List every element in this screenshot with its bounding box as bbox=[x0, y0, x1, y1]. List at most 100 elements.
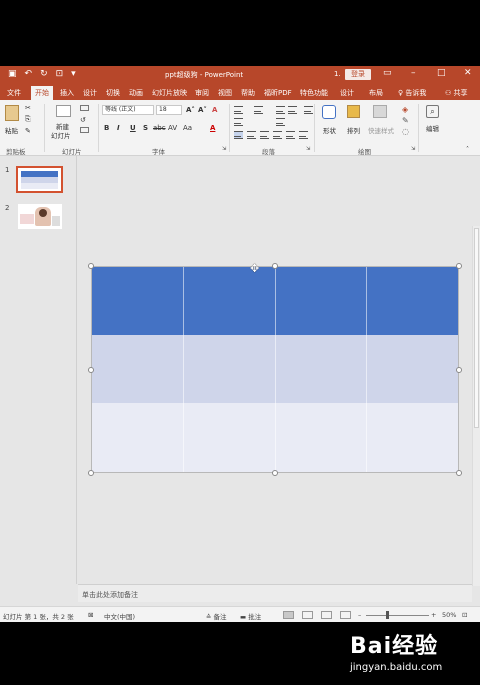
increase-indent-icon[interactable] bbox=[288, 106, 297, 114]
undo-icon[interactable]: ↶ bbox=[25, 69, 33, 79]
char-spacing-icon[interactable]: AV bbox=[168, 124, 177, 132]
maximize-icon[interactable]: □ bbox=[437, 68, 446, 78]
minimize-icon[interactable]: – bbox=[411, 68, 416, 78]
align-right-icon[interactable] bbox=[260, 131, 269, 139]
distributed-icon[interactable] bbox=[286, 131, 295, 139]
spell-check-icon[interactable]: ⊠ bbox=[88, 611, 93, 619]
tab-transitions[interactable]: 切换 bbox=[106, 88, 120, 98]
font-dialog-launcher-icon[interactable]: ⇲ bbox=[222, 146, 226, 152]
paragraph-dialog-launcher-icon[interactable]: ⇲ bbox=[306, 146, 310, 152]
arrange-label[interactable]: 排列 bbox=[347, 125, 360, 135]
slide-thumbnail-2[interactable] bbox=[18, 204, 62, 229]
shadow-icon[interactable]: S bbox=[143, 124, 148, 132]
save-icon[interactable]: ▣ bbox=[8, 69, 17, 79]
font-name-select[interactable]: 等线 (正文) bbox=[102, 105, 154, 115]
numbering-icon[interactable] bbox=[254, 106, 263, 114]
vertical-scrollbar[interactable] bbox=[472, 226, 480, 586]
paste-label[interactable]: 粘贴 bbox=[5, 125, 18, 135]
table[interactable] bbox=[91, 266, 459, 473]
resize-handle-bottom-left[interactable] bbox=[88, 470, 94, 476]
line-spacing-icon[interactable] bbox=[304, 106, 313, 114]
justify-icon[interactable] bbox=[273, 131, 282, 139]
shrink-font-icon[interactable]: A˅ bbox=[198, 106, 207, 114]
redo-icon[interactable]: ↻ bbox=[40, 69, 48, 79]
login-button[interactable]: 登录 bbox=[345, 69, 371, 80]
normal-view-icon[interactable] bbox=[283, 611, 294, 619]
tab-design[interactable]: 设计 bbox=[83, 88, 97, 98]
layout-icon[interactable] bbox=[80, 105, 89, 111]
tab-insert[interactable]: 插入 bbox=[60, 88, 74, 98]
paste-icon[interactable] bbox=[5, 105, 19, 121]
tab-help[interactable]: 帮助 bbox=[241, 88, 255, 98]
table-column-border[interactable] bbox=[366, 267, 367, 472]
tab-table-design[interactable]: 设计 bbox=[340, 88, 354, 98]
tab-animations[interactable]: 动画 bbox=[129, 88, 143, 98]
quick-styles-icon[interactable] bbox=[373, 105, 387, 118]
new-slide-label-2[interactable]: 幻灯片 bbox=[51, 130, 71, 140]
tell-me-search[interactable]: ♀ 告诉我 bbox=[398, 88, 426, 98]
customize-toolbar-icon[interactable]: ▾ bbox=[71, 69, 76, 79]
collapse-ribbon-icon[interactable]: ˄ bbox=[466, 146, 469, 153]
tab-table-layout[interactable]: 布局 bbox=[369, 88, 383, 98]
tab-special-features[interactable]: 特色功能 bbox=[300, 88, 328, 98]
resize-handle-top[interactable] bbox=[272, 263, 278, 269]
zoom-slider-thumb[interactable] bbox=[386, 611, 389, 619]
tab-home[interactable]: 开始 bbox=[31, 86, 53, 100]
new-slide-icon[interactable] bbox=[56, 105, 71, 117]
notes-button[interactable]: ≙ 备注 bbox=[206, 611, 227, 621]
editing-label[interactable]: 编辑 bbox=[426, 123, 439, 133]
language-indicator[interactable]: 中文(中国) bbox=[104, 611, 135, 621]
format-painter-icon[interactable]: ✎ bbox=[25, 127, 31, 135]
arrange-icon[interactable] bbox=[347, 105, 360, 118]
tab-foxit-pdf[interactable]: 福昕PDF bbox=[264, 88, 292, 98]
quick-styles-label[interactable]: 快速样式 bbox=[368, 125, 394, 135]
align-center-icon[interactable] bbox=[247, 131, 256, 139]
tab-file[interactable]: 文件 bbox=[7, 88, 21, 98]
clear-format-icon[interactable]: A bbox=[212, 106, 217, 114]
zoom-level[interactable]: 50% bbox=[442, 611, 456, 619]
close-icon[interactable]: ✕ bbox=[464, 68, 472, 78]
section-icon[interactable] bbox=[80, 127, 89, 133]
share-button[interactable]: ⚇ 共享 bbox=[445, 88, 468, 98]
font-color-icon[interactable]: A bbox=[210, 124, 215, 132]
table-column-border[interactable] bbox=[275, 267, 276, 472]
fit-to-window-icon[interactable]: ⊡ bbox=[462, 611, 467, 619]
resize-handle-right[interactable] bbox=[456, 367, 462, 373]
decrease-indent-icon[interactable] bbox=[276, 106, 285, 114]
change-case-icon[interactable]: Aa bbox=[183, 124, 192, 132]
shape-outline-icon[interactable]: ✎ bbox=[402, 116, 409, 125]
resize-handle-left[interactable] bbox=[88, 367, 94, 373]
drawing-dialog-launcher-icon[interactable]: ⇲ bbox=[411, 146, 415, 152]
slide-thumbnail-1[interactable] bbox=[16, 166, 63, 193]
resize-handle-bottom[interactable] bbox=[272, 470, 278, 476]
align-left-icon[interactable] bbox=[234, 131, 243, 139]
start-from-beginning-icon[interactable]: ⊡ bbox=[56, 69, 64, 79]
reading-view-icon[interactable] bbox=[321, 611, 332, 619]
zoom-slider[interactable] bbox=[366, 615, 429, 616]
tab-view[interactable]: 视图 bbox=[218, 88, 232, 98]
table-column-border[interactable] bbox=[183, 267, 184, 472]
text-direction-icon[interactable] bbox=[234, 118, 243, 126]
tab-slideshow[interactable]: 幻灯片放映 bbox=[152, 88, 187, 98]
resize-handle-top-left[interactable] bbox=[88, 263, 94, 269]
font-size-select[interactable]: 18 bbox=[156, 105, 182, 115]
zoom-in-icon[interactable]: + bbox=[431, 611, 436, 619]
copy-icon[interactable]: ⎘ bbox=[25, 115, 31, 124]
align-text-icon[interactable] bbox=[276, 118, 285, 126]
grow-font-icon[interactable]: A˄ bbox=[186, 106, 195, 114]
resize-handle-bottom-right[interactable] bbox=[456, 470, 462, 476]
bullets-icon[interactable] bbox=[234, 106, 243, 114]
shapes-label[interactable]: 形状 bbox=[323, 125, 336, 135]
slide-sorter-icon[interactable] bbox=[302, 611, 313, 619]
zoom-out-icon[interactable]: – bbox=[358, 611, 361, 619]
find-icon[interactable]: ⌕ bbox=[426, 105, 439, 118]
strikethrough-icon[interactable]: abc bbox=[153, 124, 166, 132]
cut-icon[interactable]: ✂ bbox=[25, 104, 31, 112]
ribbon-display-options-icon[interactable]: ▭ bbox=[383, 68, 392, 78]
resize-handle-top-right[interactable] bbox=[456, 263, 462, 269]
notes-pane[interactable]: 单击此处添加备注 bbox=[78, 584, 472, 602]
comments-button[interactable]: ▬ 批注 bbox=[240, 611, 261, 621]
shapes-icon[interactable] bbox=[322, 105, 336, 119]
reset-icon[interactable]: ↺ bbox=[80, 116, 86, 124]
shape-fill-icon[interactable]: ◈ bbox=[402, 105, 408, 114]
